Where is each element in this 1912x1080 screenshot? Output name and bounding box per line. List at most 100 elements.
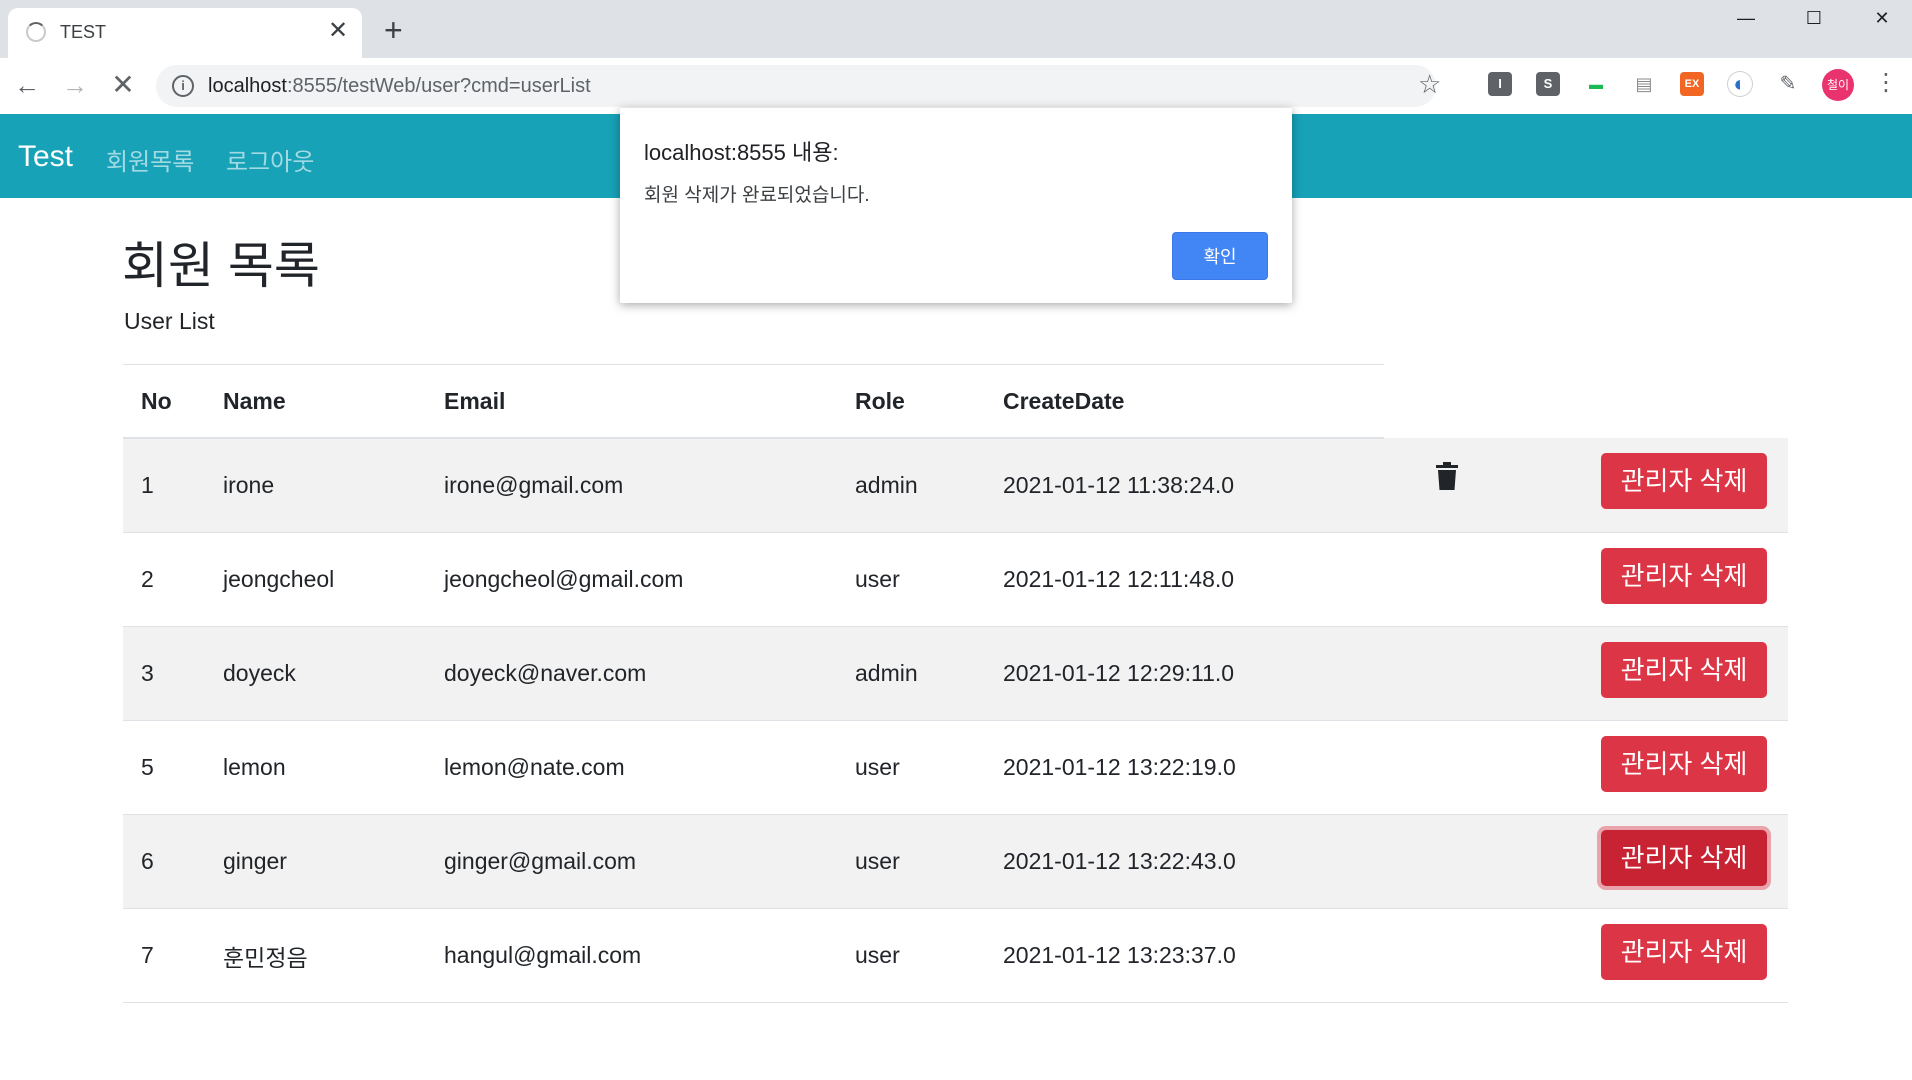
cell-no: 2 [123, 532, 223, 627]
table-row: 6 ginger ginger@gmail.com user 2021-01-1… [123, 814, 1788, 909]
table-row: 5 lemon lemon@nate.com user 2021-01-12 1… [123, 720, 1788, 815]
page-subtitle: User List [124, 308, 215, 334]
minimize-window-icon[interactable]: — [1716, 0, 1776, 40]
cell-name: ginger [223, 814, 444, 909]
nav-link-user-list[interactable]: 회원목록 [106, 142, 194, 177]
close-window-icon[interactable]: ✕ [1852, 0, 1912, 40]
table-row: 2 jeongcheol jeongcheol@gmail.com user 2… [123, 532, 1788, 627]
cell-trash [1384, 438, 1484, 533]
new-tab-button[interactable]: + [384, 14, 403, 46]
cell-role: user [855, 908, 1003, 1003]
loading-spinner-icon [26, 22, 46, 42]
cell-role: user [855, 532, 1003, 627]
navbar-brand[interactable]: Test [18, 140, 73, 174]
extension-screen-icon[interactable]: ▬ [1584, 72, 1608, 96]
extension-cast-icon[interactable]: ▤ [1632, 72, 1656, 96]
cell-email: lemon@nate.com [444, 720, 855, 815]
header-role: Role [855, 364, 1003, 439]
bookmark-star-icon[interactable]: ☆ [1418, 69, 1441, 100]
dialog-title: localhost:8555 내용: [644, 140, 839, 165]
cell-role: user [855, 814, 1003, 909]
cell-no: 3 [123, 626, 223, 721]
forward-arrow-icon[interactable]: → [58, 68, 92, 102]
cell-email: irone@gmail.com [444, 438, 855, 533]
extension-i-icon[interactable]: I [1488, 72, 1512, 96]
cell-email: doyeck@naver.com [444, 626, 855, 721]
cell-role: admin [855, 438, 1003, 533]
cell-createdate: 2021-01-12 13:22:43.0 [1003, 814, 1384, 909]
browser-menu-icon[interactable]: ⋮ [1874, 68, 1898, 97]
cell-trash [1384, 814, 1484, 909]
cell-name: 훈민정음 [223, 908, 444, 1003]
cell-role: user [855, 720, 1003, 815]
table-row: 3 doyeck doyeck@naver.com admin 2021-01-… [123, 626, 1788, 721]
cell-action: 관리자 삭제 [1484, 626, 1788, 721]
back-arrow-icon[interactable]: ← [10, 68, 44, 102]
header-email: Email [444, 364, 855, 439]
admin-delete-button[interactable]: 관리자 삭제 [1601, 453, 1767, 509]
cell-createdate: 2021-01-12 13:23:37.0 [1003, 908, 1384, 1003]
nav-link-logout[interactable]: 로그아웃 [226, 142, 314, 177]
cell-action: 관리자 삭제 [1484, 908, 1788, 1003]
cell-createdate: 2021-01-12 13:22:19.0 [1003, 720, 1384, 815]
profile-avatar[interactable]: 철이 [1822, 69, 1854, 101]
cell-action: 관리자 삭제 [1484, 532, 1788, 627]
cell-no: 5 [123, 720, 223, 815]
cell-no: 7 [123, 908, 223, 1003]
table-row: 7 훈민정음 hangul@gmail.com user 2021-01-12 … [123, 908, 1788, 1003]
header-createdate: CreateDate [1003, 364, 1384, 439]
cell-trash [1384, 908, 1484, 1003]
admin-delete-button[interactable]: 관리자 삭제 [1601, 547, 1767, 604]
cell-action: 관리자 삭제 [1484, 438, 1788, 533]
admin-delete-button[interactable]: 관리자 삭제 [1601, 641, 1767, 698]
table-header-row: No Name Email Role CreateDate [123, 364, 1788, 439]
header-blank [1484, 365, 1788, 439]
admin-delete-button[interactable]: 관리자 삭제 [1601, 923, 1767, 980]
cell-createdate: 2021-01-12 12:11:48.0 [1003, 532, 1384, 627]
cell-no: 6 [123, 814, 223, 909]
browser-toolbar: ← → ✕ i localhost:8555/testWeb/user?cmd=… [0, 58, 1912, 115]
maximize-window-icon[interactable]: ☐ [1784, 0, 1844, 40]
extension-circle-icon[interactable]: ◐ [1728, 72, 1752, 96]
address-bar[interactable]: i localhost:8555/testWeb/user?cmd=userLi… [156, 65, 1441, 107]
cell-createdate: 2021-01-12 11:38:24.0 [1003, 438, 1384, 533]
cell-createdate: 2021-01-12 12:29:11.0 [1003, 626, 1384, 721]
cell-trash [1384, 532, 1484, 627]
stop-loading-icon[interactable]: ✕ [106, 68, 140, 102]
tab-title: TEST [60, 22, 107, 42]
admin-delete-button[interactable]: 관리자 삭제 [1601, 735, 1767, 792]
extensions-puzzle-icon[interactable]: ✎ [1776, 72, 1800, 96]
dialog-ok-button[interactable]: 확인 [1172, 232, 1268, 280]
header-blank [1384, 365, 1484, 439]
site-info-icon[interactable]: i [172, 75, 194, 97]
tab-close-icon[interactable]: ✕ [328, 17, 348, 45]
user-table: No Name Email Role CreateDate 1 irone ir… [123, 364, 1788, 1003]
cell-name: doyeck [223, 626, 444, 721]
cell-trash [1384, 720, 1484, 815]
cell-name: lemon [223, 720, 444, 815]
header-no: No [123, 364, 223, 439]
browser-tab[interactable]: TEST ✕ [8, 8, 362, 58]
cell-name: irone [223, 438, 444, 533]
url-text[interactable]: localhost:8555/testWeb/user?cmd=userList [208, 75, 591, 98]
cell-no: 1 [123, 438, 223, 533]
header-name: Name [223, 364, 444, 439]
cell-trash [1384, 626, 1484, 721]
table-row: 1 irone irone@gmail.com admin 2021-01-12… [123, 438, 1788, 533]
dialog-message: 회원 삭제가 완료되었습니다. [644, 185, 870, 206]
cell-name: jeongcheol [223, 532, 444, 627]
url-path: :8555/testWeb/user?cmd=userList [286, 75, 591, 97]
page-title: 회원 목록 [122, 238, 320, 294]
extension-s-icon[interactable]: S [1536, 72, 1560, 96]
browser-tab-strip: TEST ✕ + — ☐ ✕ [0, 0, 1912, 58]
cell-email: jeongcheol@gmail.com [444, 532, 855, 627]
extension-ex-icon[interactable]: EX [1680, 72, 1704, 96]
url-host: localhost [208, 75, 287, 97]
cell-email: ginger@gmail.com [444, 814, 855, 909]
trash-icon[interactable] [1436, 462, 1458, 491]
cell-action: 관리자 삭제 [1484, 814, 1788, 909]
alert-dialog: localhost:8555 내용: 회원 삭제가 완료되었습니다. 확인 [620, 108, 1292, 303]
admin-delete-button[interactable]: 관리자 삭제 [1601, 829, 1767, 886]
cell-role: admin [855, 626, 1003, 721]
cell-action: 관리자 삭제 [1484, 720, 1788, 815]
